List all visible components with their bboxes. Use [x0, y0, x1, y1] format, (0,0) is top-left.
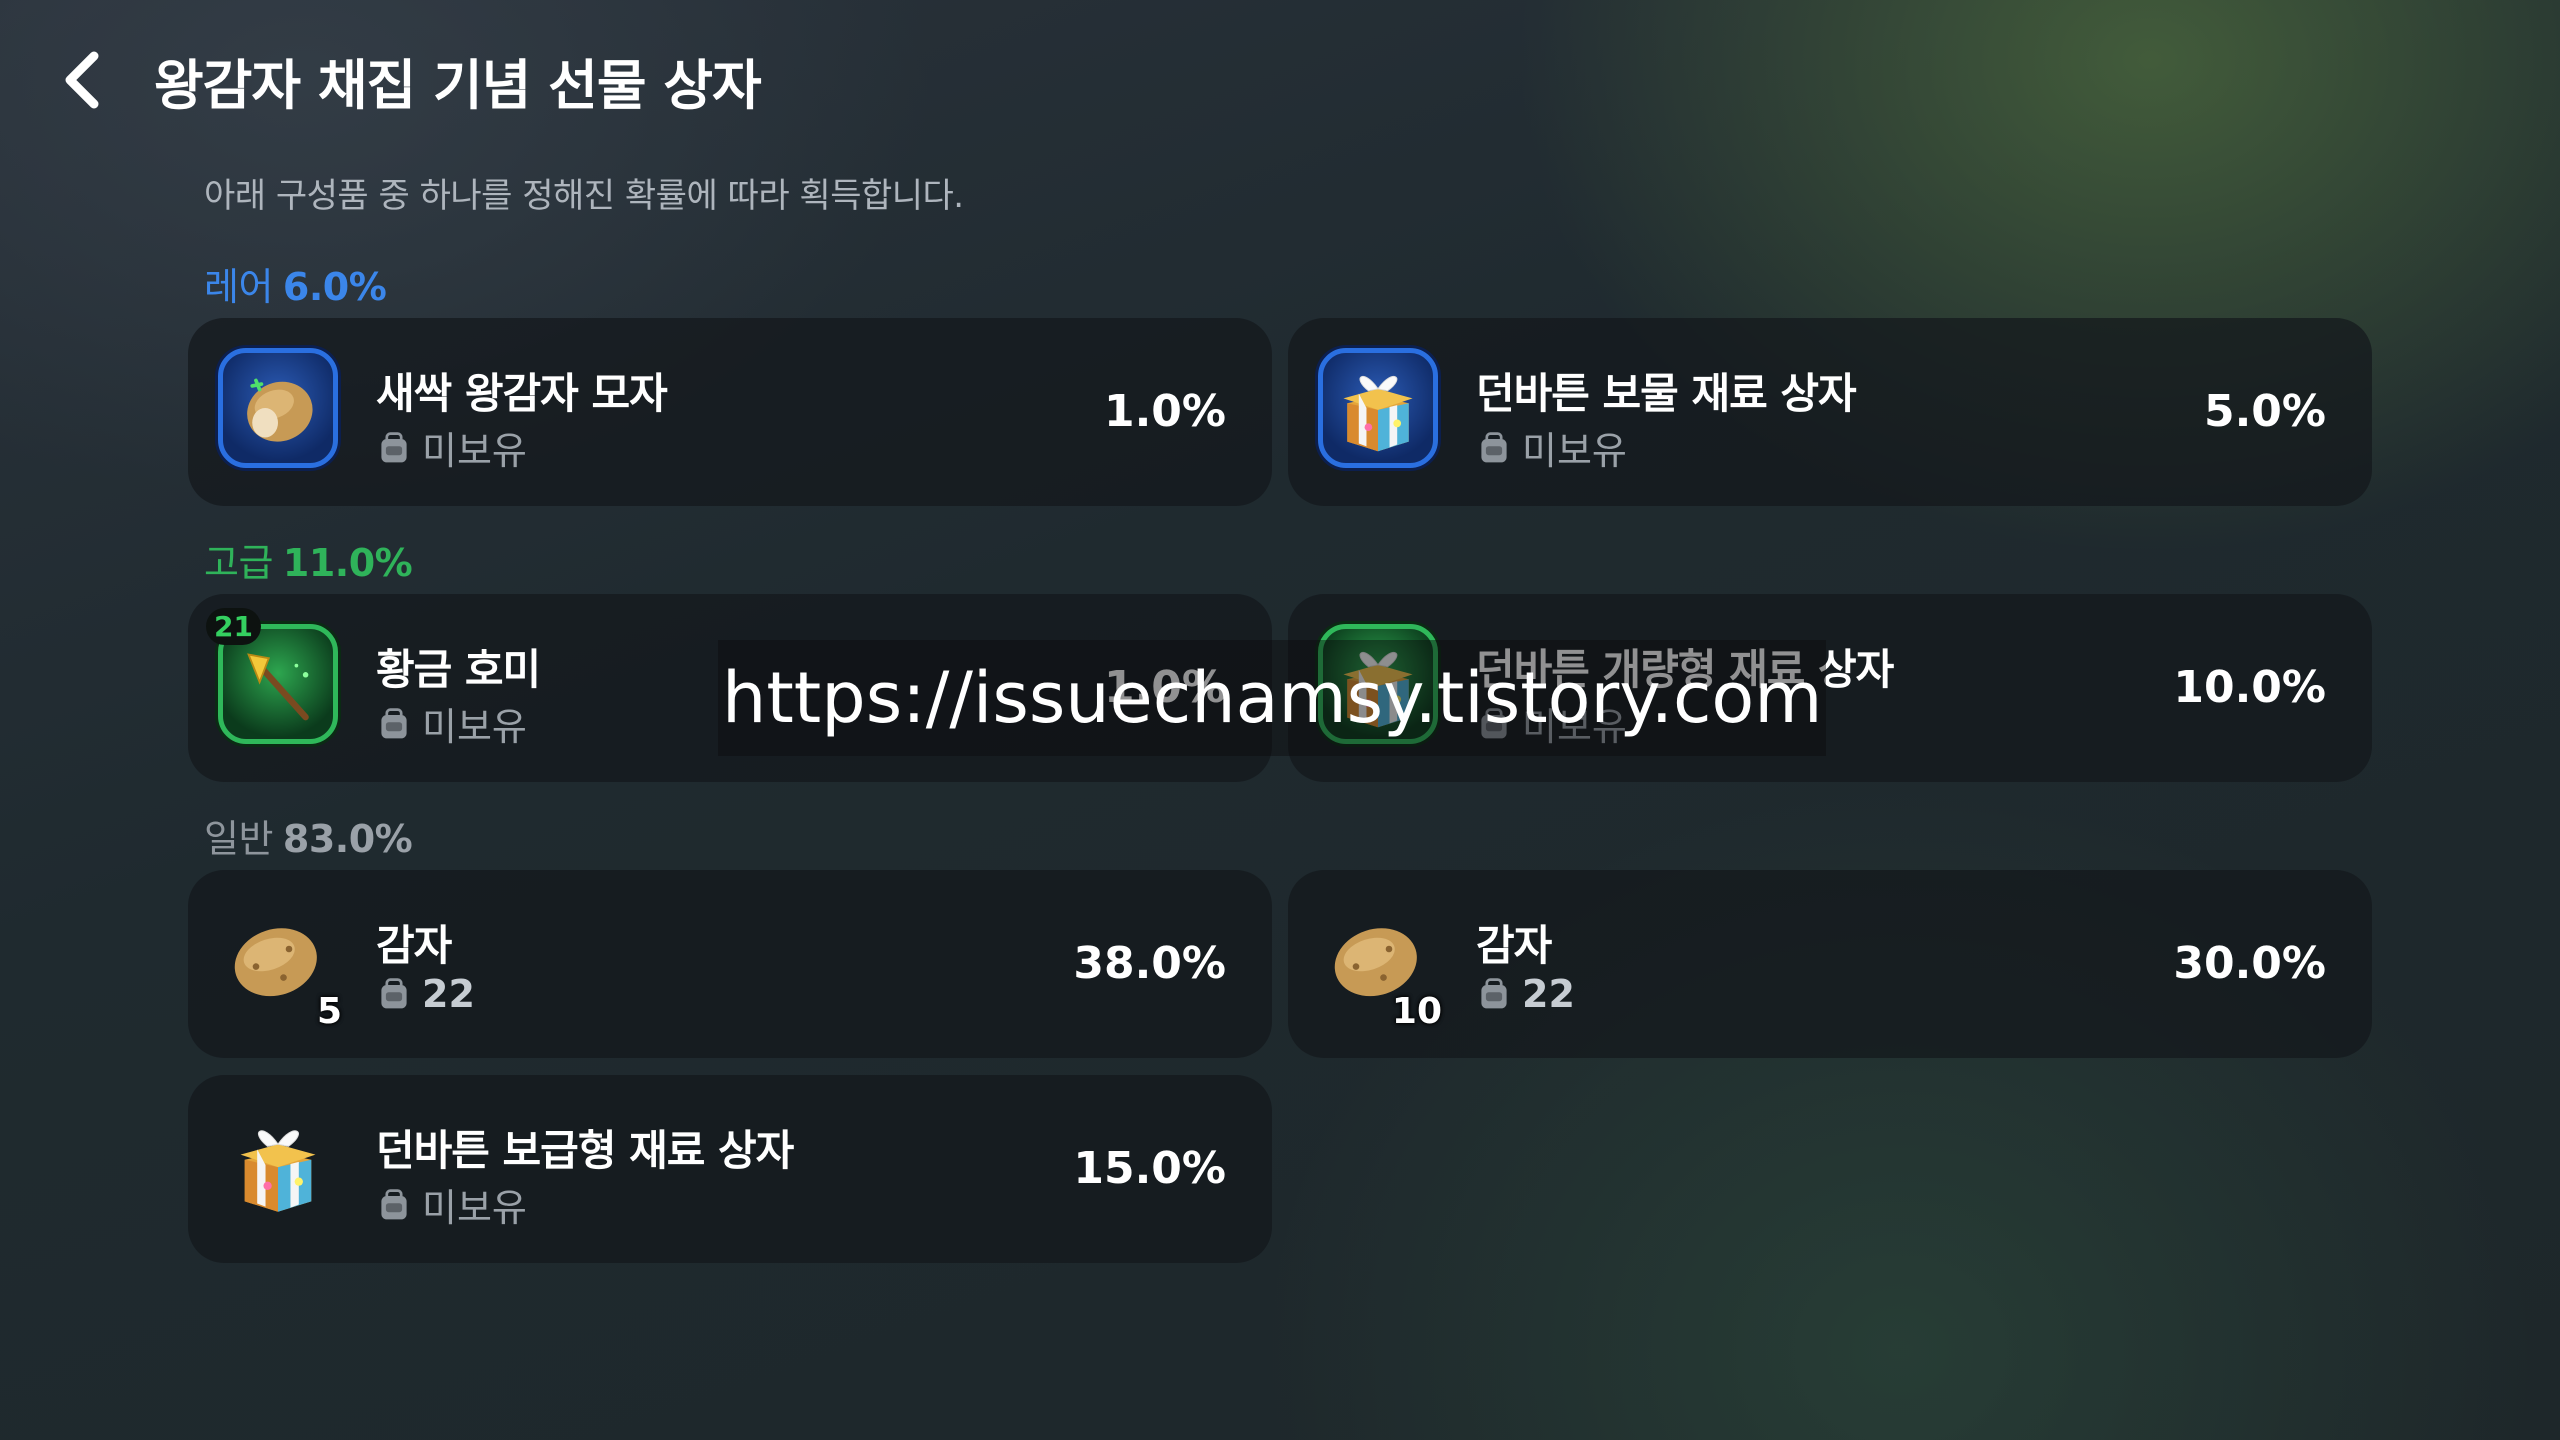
back-button[interactable] — [50, 48, 114, 112]
bag-icon — [376, 1187, 412, 1223]
item-probability: 1.0% — [1103, 386, 1226, 437]
rare-frame — [1318, 348, 1438, 468]
bag-icon — [376, 706, 412, 742]
bag-icon — [1476, 976, 1512, 1012]
section-advanced-pct: 11.0% — [282, 541, 413, 585]
owned-text: 미보유 — [422, 429, 527, 473]
item-probability: 38.0% — [1073, 938, 1226, 989]
header: 왕감자 채집 기념 선물 상자 — [50, 40, 762, 120]
item-name: 감자 — [376, 921, 452, 970]
quantity-badge: 5 — [316, 991, 342, 1032]
owned-status: 미보유 — [376, 1177, 527, 1232]
owned-status: 미보유 — [376, 696, 527, 751]
item-card-supply-box[interactable]: 던바튼 보급형 재료 상자 미보유 15.0% — [188, 1075, 1272, 1263]
potato-hat-icon — [247, 378, 313, 442]
item-probability: 30.0% — [2173, 938, 2326, 989]
normal-frame — [218, 1105, 338, 1225]
level-badge: 21 — [206, 608, 261, 645]
item-icon-wrap — [218, 348, 346, 476]
owned-count: 22 — [1522, 972, 1575, 1016]
item-card-treasure-box[interactable]: 던바튼 보물 재료 상자 미보유 5.0% — [1288, 318, 2372, 506]
item-icon-wrap: 10 — [1318, 900, 1446, 1032]
item-probability: 5.0% — [2203, 386, 2326, 437]
owned-text: 미보유 — [422, 705, 527, 749]
section-rare-label: 레어 — [204, 265, 273, 309]
item-name: 던바튼 보급형 재료 상자 — [376, 1126, 794, 1175]
section-rare-pct: 6.0% — [282, 265, 387, 309]
watermark-text: https://issuechamsy.tistory.com — [718, 640, 1827, 756]
item-name: 황금 호미 — [376, 645, 541, 694]
owned-status: 22 — [1476, 972, 1575, 1016]
bag-icon — [376, 430, 412, 466]
item-card-potato-10[interactable]: 10 감자 22 30.0% — [1288, 870, 2372, 1058]
bag-icon — [1476, 430, 1512, 466]
section-advanced-label: 고급 — [204, 541, 273, 585]
owned-status: 미보유 — [376, 420, 527, 475]
item-icon-wrap: 5 — [218, 900, 346, 1032]
item-icon-wrap — [1318, 348, 1446, 476]
section-rare: 레어 6.0% — [204, 256, 387, 311]
item-name: 감자 — [1476, 921, 1552, 970]
item-name: 던바튼 보물 재료 상자 — [1476, 369, 1857, 418]
quantity-badge: 10 — [1391, 991, 1442, 1032]
item-card-potato-5[interactable]: 5 감자 22 38.0% — [188, 870, 1272, 1058]
page-title: 왕감자 채집 기념 선물 상자 — [154, 53, 762, 117]
section-normal: 일반 83.0% — [204, 808, 413, 863]
owned-count: 22 — [422, 972, 475, 1016]
owned-status: 미보유 — [1476, 420, 1627, 475]
owned-status: 22 — [376, 972, 475, 1016]
item-icon-wrap — [218, 1105, 346, 1233]
item-name: 새싹 왕감자 모자 — [376, 369, 668, 418]
item-icon-wrap: 21 — [206, 608, 346, 752]
item-probability: 15.0% — [1073, 1143, 1226, 1194]
golden-hoe-icon — [247, 653, 309, 721]
item-probability: 10.0% — [2173, 662, 2326, 713]
back-arrow-icon — [65, 51, 99, 109]
section-advanced: 고급 11.0% — [204, 532, 413, 587]
description-text: 아래 구성품 중 하나를 정해진 확률에 따라 획득합니다. — [204, 176, 964, 216]
owned-text: 미보유 — [1522, 429, 1627, 473]
bag-icon — [376, 976, 412, 1012]
section-normal-label: 일반 — [204, 817, 273, 861]
gift-box-icon — [1330, 360, 1426, 456]
gift-box-icon — [226, 1113, 330, 1217]
section-normal-pct: 83.0% — [282, 817, 413, 861]
owned-text: 미보유 — [422, 1186, 527, 1230]
item-card-sprout-hat[interactable]: 새싹 왕감자 모자 미보유 1.0% — [188, 318, 1272, 506]
rare-frame — [218, 348, 338, 468]
